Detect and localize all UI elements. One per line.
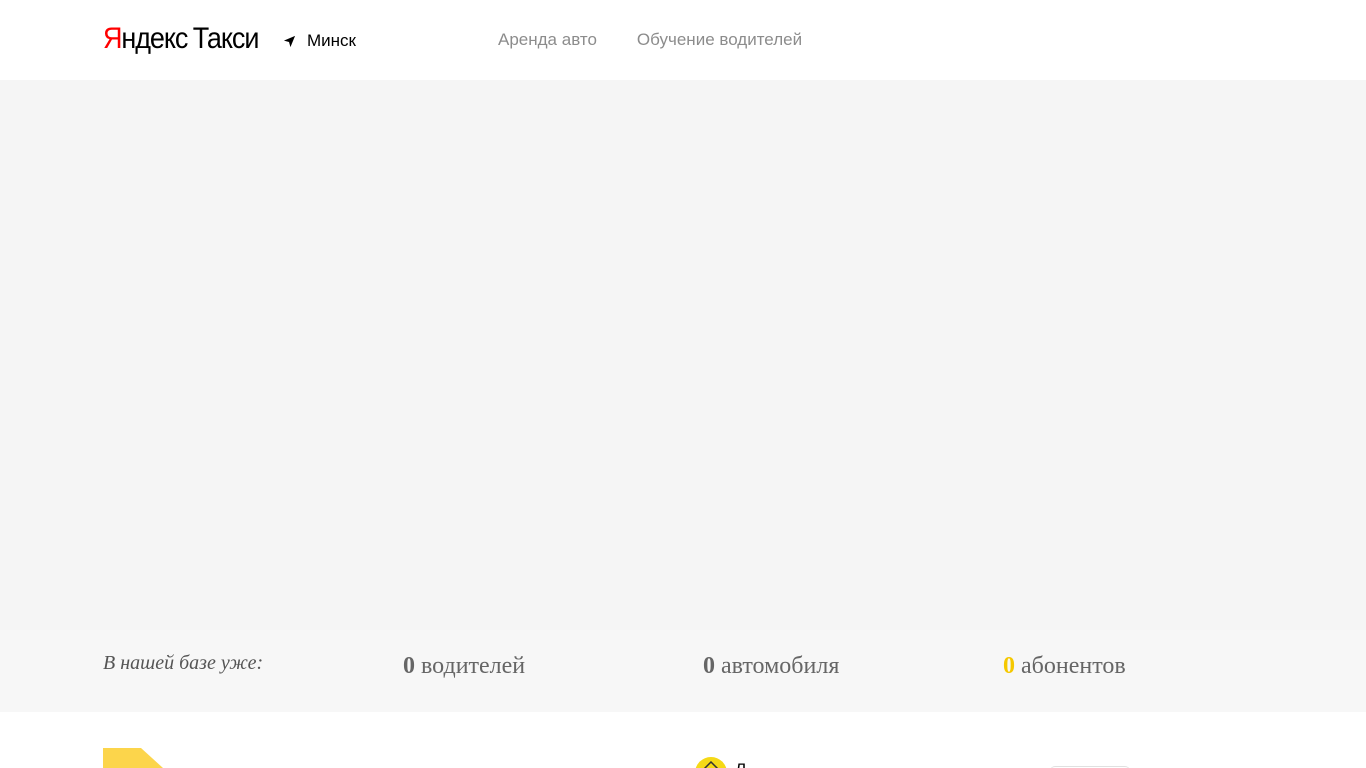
location-arrow-icon [283, 35, 296, 47]
badge-glyph-icon [703, 761, 719, 768]
content-section: Л [0, 712, 1366, 768]
stats-intro: В нашей базе уже: [103, 652, 264, 674]
logo-product: Такси [192, 22, 260, 55]
stat-cars-label: автомобиля [721, 653, 840, 679]
logo-brand-rest: ндекс [121, 22, 188, 55]
stats-bar: В нашей базе уже: 0 водителей 0 автомобиля… [0, 630, 1366, 712]
top-nav: Аренда авто Обучение водителей [498, 30, 842, 50]
city-label: Минск [307, 31, 356, 50]
site-header: Яндекс Такси Минск Аренда авто Обучение в… [0, 0, 1366, 80]
stat-cars-value: 0 [703, 653, 715, 679]
nav-link-car-rental[interactable]: Аренда авто [498, 30, 597, 50]
hero-banner-area [0, 80, 1366, 630]
city-selector[interactable]: Минск [283, 30, 356, 52]
nav-link-driver-training[interactable]: Обучение водителей [637, 30, 802, 50]
stat-subscribers-label: абонентов [1021, 653, 1126, 679]
yellow-circle-badge-icon [695, 757, 727, 768]
stat-drivers-value: 0 [403, 653, 415, 679]
stat-drivers: 0 водителей [403, 653, 525, 680]
stat-subscribers-value: 0 [1003, 653, 1015, 679]
yandex-taxi-logo[interactable]: Яндекс Такси [103, 22, 260, 56]
yellow-folded-sticker-icon [103, 748, 163, 768]
stat-subscribers: 0 абонентов [1003, 653, 1126, 680]
logo-brand-first-letter: Я [103, 22, 123, 55]
stat-drivers-label: водителей [421, 653, 526, 679]
stat-cars: 0 автомобиля [703, 653, 839, 680]
partial-heading-text: Л [735, 760, 746, 768]
